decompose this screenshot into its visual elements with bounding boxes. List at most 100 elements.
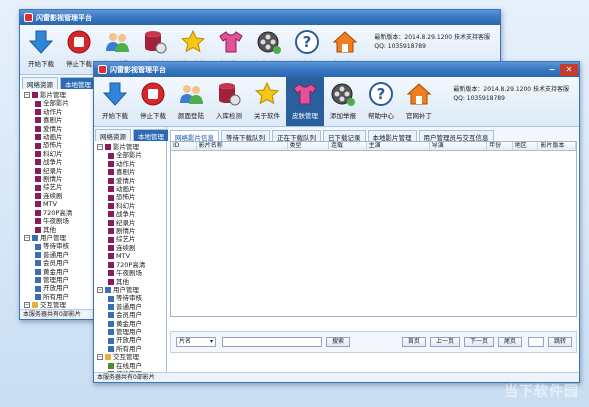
main-tab-5[interactable]: 用户管理员与交互信息 — [418, 130, 494, 142]
back-tab-local[interactable]: 本地管理 — [60, 77, 96, 89]
tree-item[interactable]: 科幻片 — [96, 202, 166, 210]
back-titlebar[interactable]: 闪雷影视管理平台 — [20, 10, 500, 25]
tree-item[interactable]: 其他 — [96, 278, 166, 286]
grid-column-header[interactable]: 连载 — [329, 142, 367, 150]
search-field-select[interactable]: 片名 ▾ — [176, 337, 216, 347]
svg-text:?: ? — [377, 85, 386, 103]
tree-item[interactable]: 综艺片 — [23, 183, 97, 191]
main-tab-1[interactable]: 等待下载队列 — [221, 130, 270, 142]
page-number-input[interactable] — [527, 337, 544, 347]
tree-item[interactable]: 科幻片 — [23, 150, 97, 158]
main-tab-0[interactable]: 网络影片信息 — [170, 130, 219, 142]
film-icon — [35, 125, 41, 132]
collapse-toggle-icon[interactable]: − — [97, 354, 103, 361]
front-tool-7[interactable]: ? 帮助中心 — [362, 77, 400, 126]
tool-label: 官网补丁 — [406, 112, 432, 120]
front-tool-6[interactable]: 添加举报 — [324, 77, 362, 126]
tshirt-icon — [291, 80, 319, 108]
tree-item[interactable]: 720P高清 — [96, 261, 166, 269]
search-input[interactable] — [222, 337, 322, 347]
front-tool-5[interactable]: 皮肤管理 — [286, 77, 324, 126]
tree-item[interactable]: 黄金用户 — [23, 268, 97, 276]
prev-page-button[interactable]: 上一页 — [429, 337, 460, 347]
first-page-button[interactable]: 首页 — [401, 337, 426, 347]
front-tool-3[interactable]: 入库检测 — [210, 77, 248, 126]
front-tab-local[interactable]: 本地管理 — [133, 129, 169, 141]
tree-item[interactable]: 综艺片 — [96, 235, 166, 243]
tree-item[interactable]: 连续剧 — [96, 244, 166, 252]
tree-item[interactable]: 普通用户 — [23, 251, 97, 259]
collapse-toggle-icon[interactable]: − — [24, 235, 30, 242]
tree-item[interactable]: 等待审核 — [96, 294, 166, 302]
collapse-toggle-icon[interactable]: − — [24, 302, 30, 309]
main-tab-2[interactable]: 正在下载队列 — [272, 130, 321, 142]
tree-item[interactable]: 会员用户 — [23, 259, 97, 267]
tree-item[interactable]: 午夜剧场 — [23, 217, 97, 225]
front-tool-4[interactable]: 关于软件 — [248, 77, 286, 126]
grid-column-header[interactable]: 年份 — [487, 142, 513, 150]
tree-item[interactable]: 纪录片 — [23, 167, 97, 175]
grid-column-header[interactable]: 导演 — [430, 142, 488, 150]
tree-item[interactable]: 爱情片 — [23, 125, 97, 133]
back-window-title: 闪雷影视管理平台 — [36, 13, 92, 22]
tree-item[interactable]: 战争片 — [23, 158, 97, 166]
front-tab-network[interactable]: 网络资源 — [95, 129, 131, 141]
front-tool-1[interactable]: 停止下载 — [134, 77, 172, 126]
tree-item[interactable]: 喜剧片 — [96, 168, 166, 176]
grid-column-header[interactable]: 影片版本 — [538, 142, 577, 150]
main-tab-4[interactable]: 本地影片管理 — [367, 130, 417, 142]
tree-item[interactable]: 所有用户 — [23, 293, 97, 301]
tree-item[interactable]: 等待审核 — [23, 242, 97, 250]
tree-item[interactable]: 午夜剧场 — [96, 269, 166, 277]
tree-item[interactable]: MTV — [96, 252, 166, 260]
user-icon — [108, 303, 114, 310]
film-icon — [35, 226, 41, 233]
tree-group[interactable]: − 交互管理 — [96, 353, 166, 361]
tree-label: 喜剧片 — [43, 116, 63, 125]
grid-column-header[interactable]: ID — [171, 142, 197, 150]
tree-item[interactable]: 爱情片 — [96, 177, 166, 185]
tree-item[interactable]: 其他 — [23, 226, 97, 234]
tree-item[interactable]: 会员用户 — [96, 311, 166, 319]
grid-column-header[interactable]: 类型 — [288, 142, 330, 150]
front-tool-2[interactable]: 颜面登陆 — [172, 77, 210, 126]
tree-item[interactable]: 喜剧片 — [23, 116, 97, 124]
tree-item[interactable]: 恐怖片 — [96, 193, 166, 201]
tool-label: 添加举报 — [330, 112, 356, 120]
front-tool-8[interactable]: 官网补丁 — [400, 77, 438, 126]
back-tool-0[interactable]: 开始下载 — [22, 25, 60, 74]
main-tab-3[interactable]: 已下载记录 — [323, 130, 366, 142]
tree-item[interactable]: 黄金用户 — [96, 320, 166, 328]
tree-item[interactable]: 战争片 — [96, 210, 166, 218]
grid-column-header[interactable]: 主演 — [367, 142, 430, 150]
minimize-button[interactable]: − — [545, 64, 559, 76]
jump-button[interactable]: 跳转 — [547, 337, 572, 347]
grid-column-header[interactable]: 影片名称 — [197, 142, 288, 150]
last-page-button[interactable]: 尾页 — [497, 337, 522, 347]
tree-item[interactable]: 所有用户 — [96, 345, 166, 353]
tree-item[interactable]: 720P高清 — [23, 209, 97, 217]
back-tab-network[interactable]: 网络资源 — [22, 77, 58, 89]
collapse-toggle-icon[interactable]: − — [97, 144, 103, 151]
tree-item[interactable]: 开放用户 — [23, 284, 97, 292]
tree-item[interactable]: 纪录片 — [96, 219, 166, 227]
front-tool-0[interactable]: 开始下载 — [96, 77, 134, 126]
tree-item[interactable]: 连续剧 — [23, 192, 97, 200]
app-icon — [24, 13, 33, 22]
tree-item[interactable]: MTV — [23, 200, 97, 208]
tree-item[interactable]: 恐怖片 — [23, 141, 97, 149]
front-titlebar[interactable]: 闪雷影视管理平台 − ✕ — [94, 62, 579, 77]
search-button[interactable]: 搜索 — [326, 337, 351, 347]
tree-item[interactable]: 全部影片 — [96, 151, 166, 159]
tree-item[interactable]: 开放用户 — [96, 336, 166, 344]
tree-item[interactable]: 全部影片 — [23, 99, 97, 107]
collapse-toggle-icon[interactable]: − — [24, 92, 30, 99]
collapse-toggle-icon[interactable]: − — [97, 287, 103, 294]
grid-column-header[interactable]: 地区 — [513, 142, 539, 150]
tree-item[interactable]: 动作片 — [23, 108, 97, 116]
tree-item[interactable]: 普通用户 — [96, 303, 166, 311]
tree-item[interactable]: 在线用户 — [96, 362, 166, 370]
tree-item[interactable]: 动作片 — [96, 160, 166, 168]
next-page-button[interactable]: 下一页 — [463, 337, 494, 347]
close-button[interactable]: ✕ — [560, 63, 578, 76]
